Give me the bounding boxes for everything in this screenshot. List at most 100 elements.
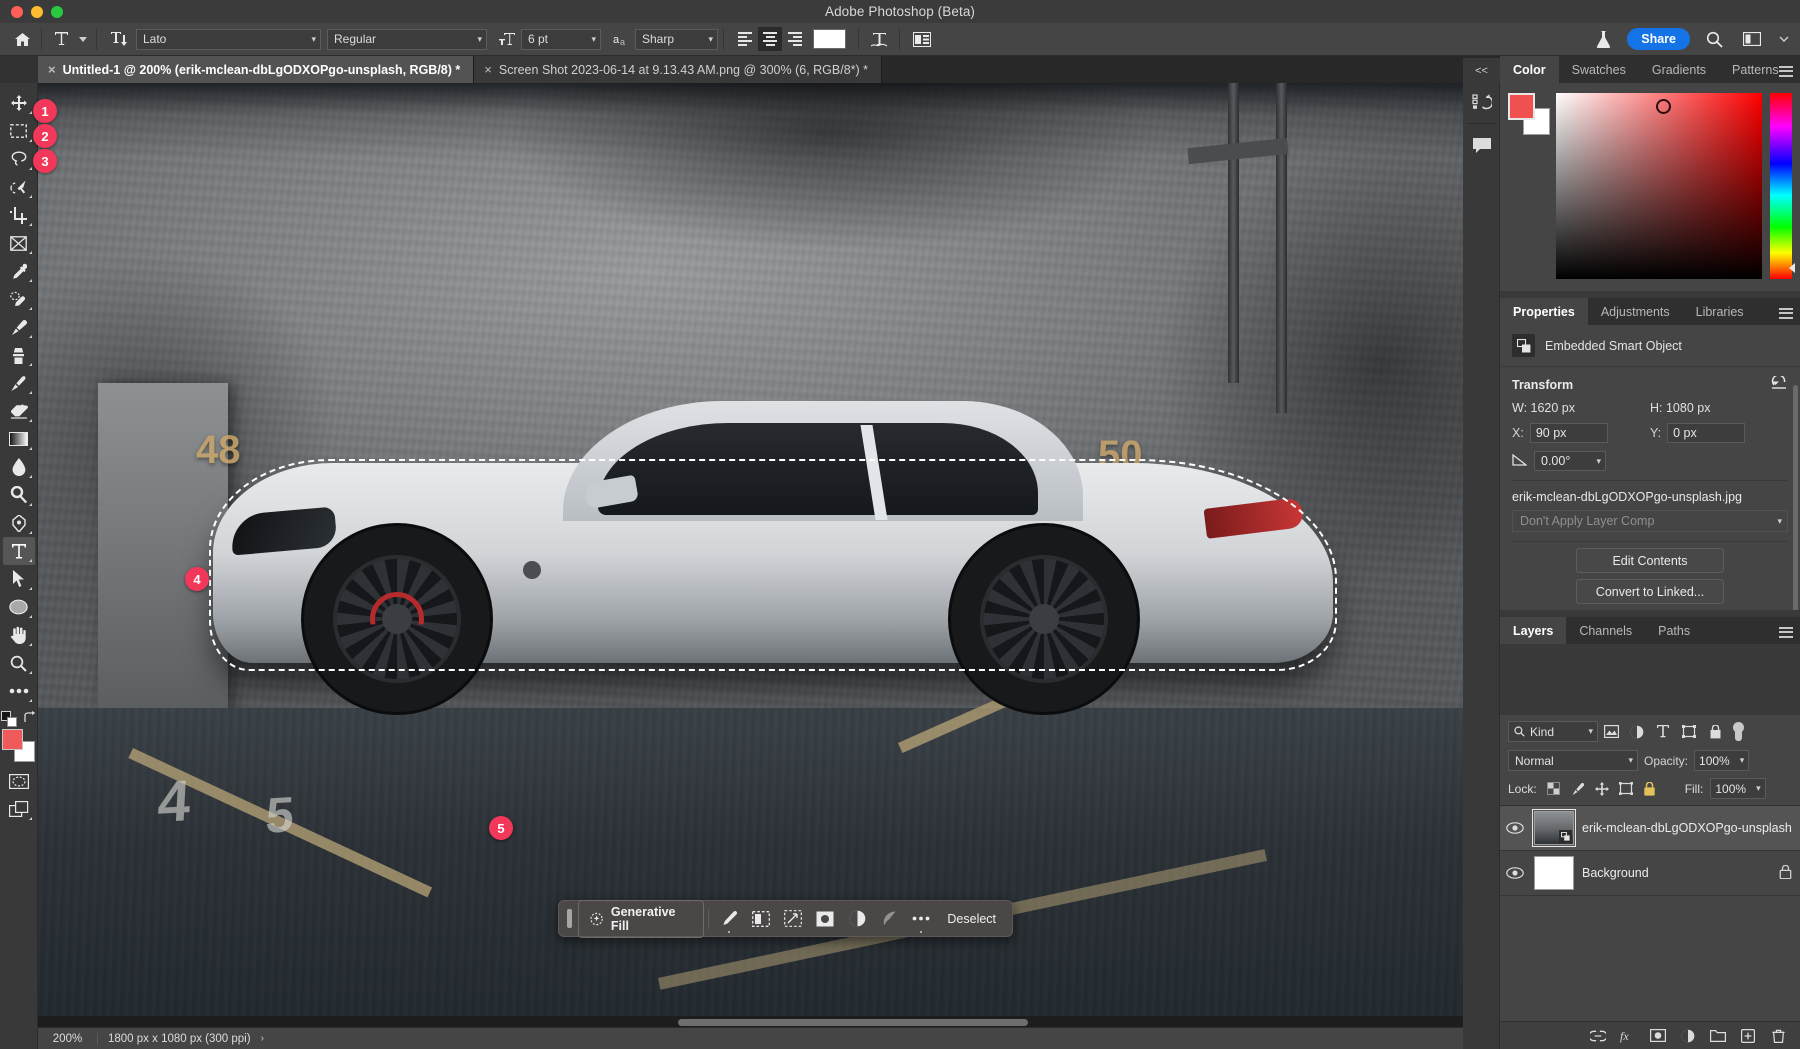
beta-flask-icon[interactable] [1589,23,1617,56]
eyedropper-tool[interactable] [3,257,35,285]
close-icon[interactable]: × [48,65,56,75]
document-tab-active[interactable]: × Untitled-1 @ 200% (erik-mclean-dbLgODX… [38,56,474,83]
filter-toggle-switch[interactable] [1732,722,1745,741]
fill-field[interactable]: 100% ▾ [1710,778,1765,799]
swap-colors-icon[interactable] [23,711,36,727]
link-layers-icon[interactable] [1590,1028,1606,1044]
layer-comp-select[interactable]: Don't Apply Layer Comp ▾ [1512,510,1788,532]
add-mask-icon[interactable] [1650,1028,1666,1044]
move-tool[interactable] [3,89,35,117]
tab-channels[interactable]: Channels [1566,617,1645,644]
home-icon[interactable] [8,23,36,56]
color-field[interactable] [1556,93,1762,279]
quick-mask-icon[interactable] [3,767,35,795]
history-icon[interactable] [1463,83,1500,121]
healing-brush-tool[interactable] [3,285,35,313]
generative-fill-button[interactable]: Generative Fill [578,900,704,938]
invert-selection-icon[interactable] [745,904,777,934]
new-group-icon[interactable] [1710,1028,1726,1044]
layer-name[interactable]: erik-mclean-dbLgODXOPgo-unsplash [1582,821,1792,835]
layer-visibility-icon[interactable] [1504,867,1526,879]
layer-row-smart-object[interactable]: erik-mclean-dbLgODXOPgo-unsplash [1500,806,1800,851]
chevron-down-icon[interactable] [1776,23,1792,56]
deselect-button[interactable]: Deselect [937,912,1006,926]
type-tool[interactable] [3,537,35,565]
ellipse-shape-tool[interactable] [3,593,35,621]
character-panel-icon[interactable] [905,23,939,56]
text-color-swatch[interactable] [813,29,846,49]
filter-adjustment-icon[interactable] [1624,721,1650,742]
adjustment-layer-icon[interactable] [841,904,873,934]
edit-contents-button[interactable]: Edit Contents [1576,548,1724,573]
document-image[interactable]: 48 49 50 4 5 [38,83,1480,1016]
drag-handle[interactable] [567,909,572,928]
zoom-tool[interactable] [3,649,35,677]
document-tab-inactive[interactable]: × Screen Shot 2023-06-14 at 9.13.43 AM.p… [474,56,882,83]
blend-mode-select[interactable]: Normal ▾ [1508,750,1638,771]
type-tool-icon[interactable] [47,23,75,56]
tab-layers[interactable]: Layers [1500,617,1566,644]
warp-text-icon[interactable] [864,23,894,56]
share-button[interactable]: Share [1627,28,1690,50]
tab-swatches[interactable]: Swatches [1559,56,1639,83]
tab-gradients[interactable]: Gradients [1639,56,1719,83]
filter-shape-icon[interactable] [1676,721,1702,742]
path-selection-tool[interactable] [3,565,35,593]
reset-transform-icon[interactable] [1771,376,1788,393]
text-orientation-icon[interactable] [102,23,136,56]
tab-color[interactable]: Color [1500,56,1559,83]
object-selection-tool[interactable] [3,173,35,201]
convert-to-linked-button[interactable]: Convert to Linked... [1576,579,1724,604]
lock-artboard-nesting-icon[interactable] [1615,779,1637,799]
lock-image-pixels-icon[interactable] [1567,779,1589,799]
tab-adjustments[interactable]: Adjustments [1588,298,1683,325]
zoom-level[interactable]: 200% [38,1033,98,1045]
screen-mode-icon[interactable] [3,795,35,823]
default-colors-icon[interactable] [1,711,17,727]
align-right-button[interactable] [783,27,807,51]
eraser-tool[interactable] [3,397,35,425]
dodge-tool[interactable] [3,481,35,509]
y-field[interactable]: 0 px [1667,423,1745,443]
layer-thumbnail[interactable] [1534,856,1574,890]
layer-visibility-icon[interactable] [1504,822,1526,834]
foreground-color-swatch[interactable] [1508,93,1535,120]
gradient-tool[interactable] [3,425,35,453]
transform-selection-icon[interactable] [777,904,809,934]
feather-selection-icon[interactable] [873,904,905,934]
layer-name[interactable]: Background [1582,866,1771,880]
collapse-panels-button[interactable]: << [1463,58,1500,83]
search-icon[interactable] [1700,23,1728,56]
close-icon[interactable]: × [484,65,492,75]
tab-properties[interactable]: Properties [1500,298,1588,325]
blur-tool[interactable] [3,453,35,481]
hand-tool[interactable] [3,621,35,649]
rectangular-marquee-tool[interactable] [3,117,35,145]
color-panel-swatches[interactable] [1508,93,1548,135]
panel-menu-icon[interactable] [1779,305,1793,321]
chevron-right-icon[interactable]: › [261,1033,264,1044]
opacity-field[interactable]: 100% ▾ [1694,750,1749,771]
font-size-select[interactable]: 6 pt ▾ [521,29,601,50]
contextual-taskbar[interactable]: Generative Fill [558,900,1013,937]
anti-aliasing-select[interactable]: Sharp ▾ [635,29,718,50]
properties-scrollbar[interactable] [1793,385,1798,610]
panel-menu-icon[interactable] [1779,624,1793,640]
align-left-button[interactable] [733,27,757,51]
canvas-area[interactable]: 48 49 50 4 5 [38,83,1500,1049]
tool-preset-chevron-down-icon[interactable] [75,23,91,56]
pen-tool[interactable] [3,509,35,537]
delete-layer-icon[interactable] [1770,1028,1786,1044]
adjustment-layer-icon[interactable] [1680,1028,1696,1044]
workspace-switcher-icon[interactable] [1738,23,1766,56]
crop-tool[interactable] [3,201,35,229]
foreground-color-swatch[interactable] [2,729,23,750]
layer-filter-kind-select[interactable]: Kind ▾ [1508,721,1598,742]
tab-paths[interactable]: Paths [1645,617,1703,644]
car-subject[interactable] [213,383,1333,723]
horizontal-scrollbar[interactable] [678,1019,1028,1026]
fill-selection-icon[interactable] [809,904,841,934]
angle-field[interactable]: 0.00° ▾ [1534,451,1606,471]
tab-libraries[interactable]: Libraries [1683,298,1757,325]
align-center-button[interactable] [758,27,782,51]
